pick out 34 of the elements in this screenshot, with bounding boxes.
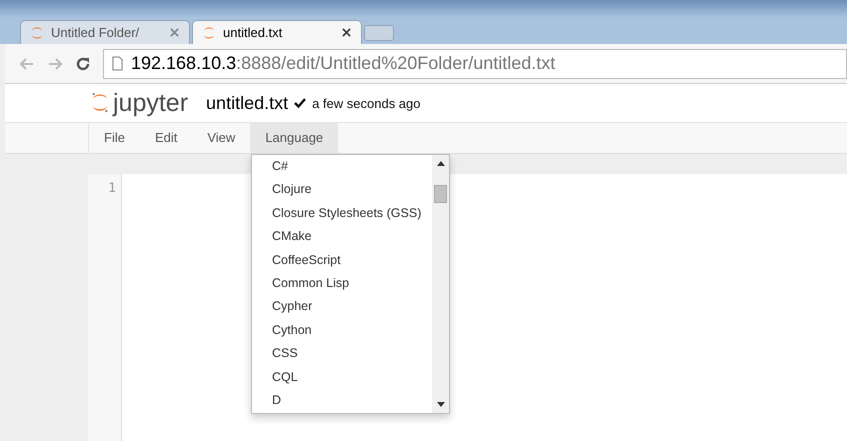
dropdown-item[interactable]: D: [252, 388, 432, 412]
menu-item[interactable]: Language: [250, 123, 338, 153]
dropdown-item[interactable]: Cython: [252, 318, 432, 342]
browser-tab[interactable]: untitled.txt: [192, 20, 362, 44]
line-number: 1: [107, 180, 117, 196]
dropdown-item[interactable]: Clojure: [252, 178, 432, 202]
back-icon[interactable]: [19, 56, 35, 72]
jupyter-logo[interactable]: jupyter: [91, 90, 188, 116]
dropdown-item[interactable]: CMake: [252, 225, 432, 249]
jupyter-favicon: [203, 26, 215, 38]
scroll-up-icon[interactable]: [436, 161, 444, 167]
reload-icon[interactable]: [75, 56, 91, 72]
dropdown-item[interactable]: CSS: [252, 342, 432, 366]
address-field[interactable]: 192.168.10.3:8888/edit/Untitled%20Folder/untitled.txt: [103, 48, 847, 78]
close-icon[interactable]: [342, 28, 351, 37]
new-tab-button[interactable]: [364, 25, 394, 41]
menu-item[interactable]: View: [192, 123, 250, 153]
scroll-thumb[interactable]: [434, 185, 447, 203]
scrollbar[interactable]: [432, 155, 449, 413]
dropdown-item[interactable]: CoffeeScript: [252, 248, 432, 272]
dropdown-item[interactable]: Closure Stylesheets (GSS): [252, 202, 432, 226]
dropdown-item[interactable]: CQL: [252, 366, 432, 389]
jupyter-favicon: [31, 26, 43, 38]
save-status: a few seconds ago: [312, 96, 420, 110]
scroll-down-icon[interactable]: [436, 401, 444, 407]
menu-item[interactable]: Edit: [140, 123, 192, 153]
forward-icon[interactable]: [47, 56, 63, 72]
dropdown-item[interactable]: Common Lisp: [252, 272, 432, 296]
browser-tab[interactable]: Untitled Folder/: [20, 20, 190, 44]
file-name[interactable]: untitled.txt: [206, 92, 288, 114]
menu-item[interactable]: File: [89, 123, 140, 153]
url-text: 192.168.10.3:8888/edit/Untitled%20Folder/untitled.txt: [131, 53, 556, 74]
page-icon: [112, 56, 123, 71]
dropdown-item[interactable]: Cypher: [252, 295, 432, 319]
